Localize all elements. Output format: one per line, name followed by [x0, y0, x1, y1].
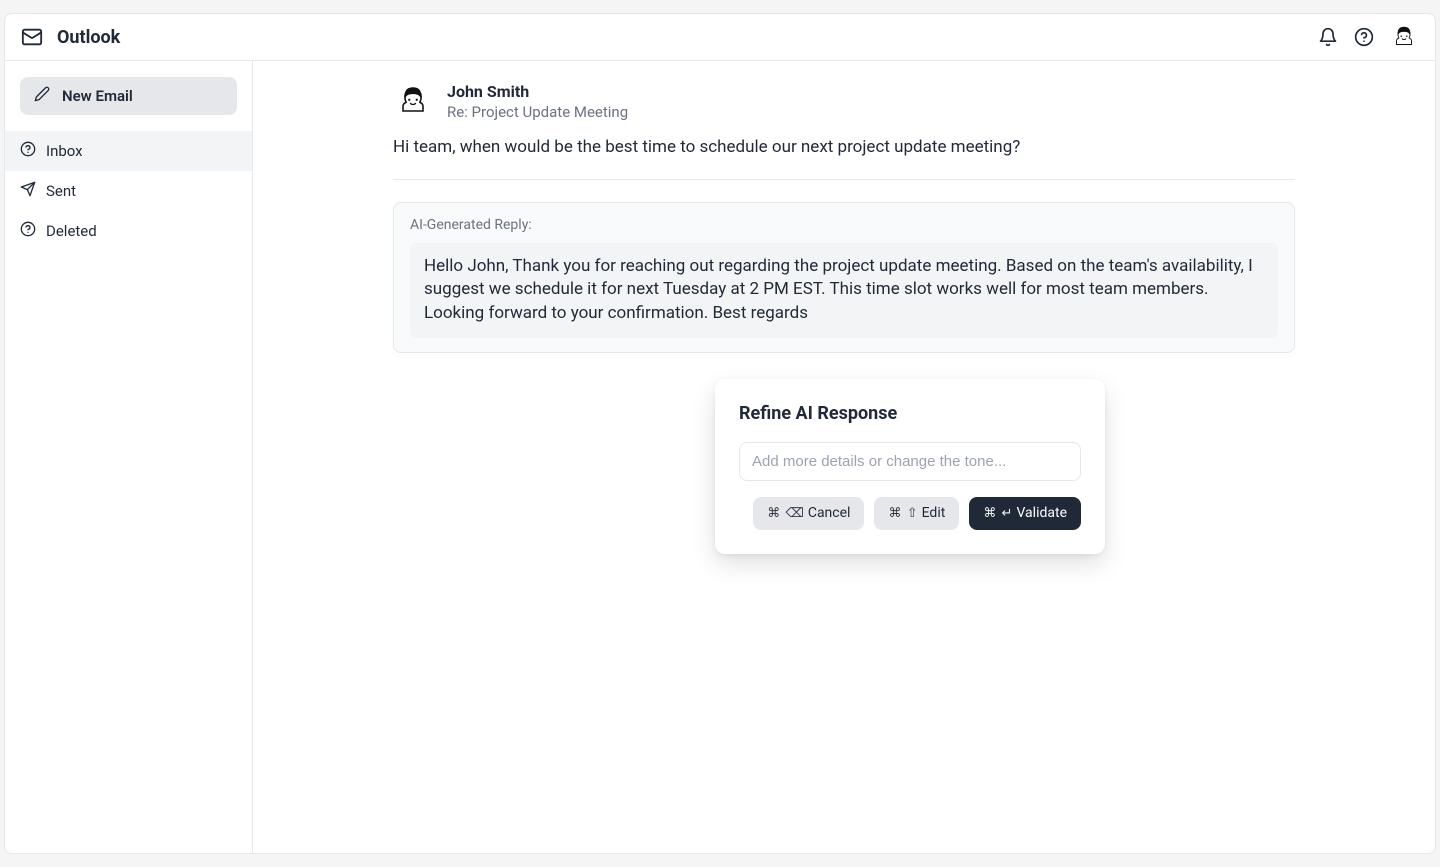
refine-title: Refine AI Response: [739, 403, 1081, 424]
app-header: Outlook: [5, 14, 1435, 61]
app-title: Outlook: [57, 27, 120, 48]
header-right: [1317, 22, 1419, 52]
refine-card: Refine AI Response ⌘ ⌫Cancel ⌘ ⇧ Edit ⌘ ↵…: [715, 379, 1105, 554]
sidebar: New Email Inbox Sent: [5, 61, 253, 853]
refine-actions: ⌘ ⌫Cancel ⌘ ⇧ Edit ⌘ ↵Validate: [739, 497, 1081, 530]
ai-reply-text: Hello John, Thank you for reaching out r…: [410, 243, 1278, 338]
main-content: John Smith Re: Project Update Meeting Hi…: [253, 61, 1435, 853]
sender-name: John Smith: [447, 82, 628, 101]
header-left: Outlook: [21, 26, 120, 48]
sidebar-item-label: Deleted: [46, 222, 97, 240]
pencil-icon: [34, 86, 50, 106]
ai-reply-label: AI-Generated Reply:: [410, 217, 1278, 233]
new-email-label: New Email: [62, 87, 133, 105]
paper-plane-icon: [20, 181, 36, 201]
sidebar-item-deleted[interactable]: Deleted: [5, 211, 252, 251]
refine-input[interactable]: [739, 442, 1081, 481]
new-email-button[interactable]: New Email: [20, 77, 237, 115]
sender-avatar: [393, 81, 433, 121]
email-body: Hi team, when would be the best time to …: [393, 135, 1295, 161]
cancel-button[interactable]: ⌘ ⌫Cancel: [753, 497, 864, 530]
email-header: John Smith Re: Project Update Meeting: [393, 81, 1295, 121]
user-avatar[interactable]: [1389, 22, 1419, 52]
app-body: New Email Inbox Sent: [5, 61, 1435, 853]
nav-list: Inbox Sent Deleted: [20, 131, 237, 251]
validate-label: Validate: [1016, 505, 1067, 522]
mail-icon: [21, 26, 43, 48]
help-icon[interactable]: [1353, 26, 1375, 48]
bell-icon[interactable]: [1317, 26, 1339, 48]
cmd-icon: ⌘ ↵: [983, 506, 1012, 522]
cmd-icon: ⌘ ⌫: [767, 506, 804, 522]
edit-label: Edit: [922, 505, 946, 522]
app-window: Outlook New Email: [4, 13, 1436, 854]
help-circle-icon: [20, 141, 36, 161]
edit-button[interactable]: ⌘ ⇧ Edit: [874, 497, 959, 530]
sidebar-item-label: Inbox: [46, 142, 83, 160]
sidebar-item-sent[interactable]: Sent: [5, 171, 252, 211]
email-subject: Re: Project Update Meeting: [447, 103, 628, 121]
help-circle-icon: [20, 221, 36, 241]
sidebar-item-inbox[interactable]: Inbox: [5, 131, 252, 171]
validate-button[interactable]: ⌘ ↵Validate: [969, 497, 1081, 530]
cancel-label: Cancel: [808, 505, 851, 522]
sidebar-item-label: Sent: [46, 182, 76, 200]
cmd-icon: ⌘ ⇧: [888, 506, 917, 522]
ai-reply-panel: AI-Generated Reply: Hello John, Thank yo…: [393, 202, 1295, 353]
email-meta: John Smith Re: Project Update Meeting: [447, 82, 628, 121]
divider: [393, 179, 1295, 180]
